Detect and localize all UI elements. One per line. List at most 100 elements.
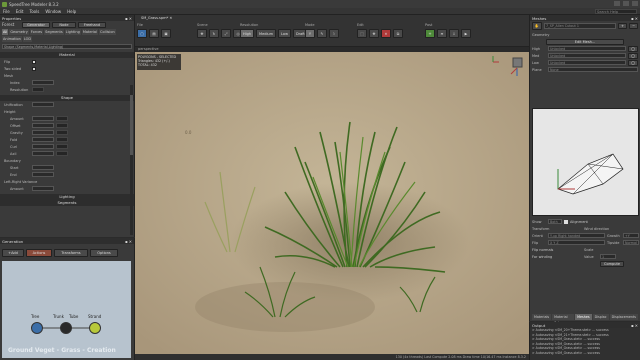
tab-animation[interactable]: Animation [2, 36, 22, 42]
curl-curve[interactable] [56, 144, 68, 149]
post-play-icon[interactable]: ▶ [461, 29, 471, 38]
generator-button[interactable]: Generator [22, 21, 50, 28]
3d-viewport[interactable]: 0.0 POLYGONS - SELECTED Triangles: 432 (… [135, 52, 529, 354]
lod-med-dropdown[interactable]: Unlocked [548, 53, 627, 58]
unification-field[interactable] [32, 102, 54, 107]
plane-dropdown[interactable]: None [548, 67, 638, 72]
meshes-close-icon[interactable]: ▪ ✕ [631, 16, 638, 21]
axil-field[interactable] [32, 151, 54, 156]
flip-axes[interactable]: X Y Z [548, 240, 605, 245]
scene-scale-icon[interactable]: ⤢ [221, 29, 231, 38]
mode-freehand-icon[interactable]: ⌇ [329, 29, 339, 38]
alignment-checkbox[interactable] [564, 219, 568, 224]
menu-file[interactable]: File [3, 9, 10, 14]
mode-generate-icon[interactable]: Y [305, 29, 315, 38]
tab-segments[interactable]: Segments [44, 29, 64, 35]
scene-move-icon[interactable]: ✥ [197, 29, 207, 38]
tab-geometry[interactable]: Geometry [9, 29, 29, 35]
document-tab-close-icon[interactable]: ✕ [169, 16, 172, 20]
edit-copy-icon[interactable]: ⧉ [393, 29, 403, 38]
tab-material-sets[interactable]: Material Sets [552, 314, 575, 325]
height-offset-field[interactable] [32, 123, 54, 128]
mesh-preview-canvas[interactable] [532, 108, 639, 216]
tipside-dropdown[interactable]: Normal [623, 240, 639, 245]
add-button[interactable]: + Add [2, 249, 24, 257]
height-amount-field[interactable] [32, 116, 54, 121]
tab-meshes[interactable]: Meshes [575, 314, 592, 320]
minimize-icon[interactable] [614, 1, 620, 6]
lod-med-lock-icon[interactable]: ◯ [628, 52, 638, 59]
tab-collision[interactable]: Collision [99, 29, 116, 35]
freehand-button[interactable]: Freehand [78, 21, 106, 28]
panel-close-icon[interactable]: ▪ ✕ [125, 16, 132, 21]
gravity-field[interactable] [32, 130, 54, 135]
edit-move-icon[interactable]: ✥ [369, 29, 379, 38]
segments-section-header[interactable]: Segments [0, 200, 134, 206]
resolution-curve[interactable] [32, 87, 44, 92]
property-filter-input[interactable]: Shape (Segments,Material,Lighting) [2, 44, 132, 49]
menu-window[interactable]: Window [45, 9, 61, 14]
tab-material[interactable]: Material [81, 29, 99, 35]
post-export-icon[interactable]: ⇩ [449, 29, 459, 38]
height-offset-curve[interactable] [56, 123, 68, 128]
properties-scrollbar-thumb[interactable] [130, 95, 133, 155]
edit-select-icon[interactable]: ⬚ [357, 29, 367, 38]
generation-graph-canvas[interactable]: Tree Trunk Tube Strand Ground Veget - Gr… [2, 261, 131, 358]
new-icon[interactable]: ▢ [137, 29, 147, 38]
compute-button[interactable]: Compute [600, 260, 624, 267]
boundary-end-field[interactable] [32, 172, 54, 177]
node-strand[interactable] [89, 322, 101, 334]
close-icon[interactable] [632, 1, 638, 6]
scale-value-field[interactable]: 1 [600, 254, 616, 259]
tab-lod[interactable]: LOD [22, 36, 33, 42]
gravity-curve[interactable] [56, 130, 68, 135]
scene-rotate-icon[interactable]: ↻ [209, 29, 219, 38]
show-dropdown[interactable]: Both [548, 219, 562, 224]
properties-scrollbar[interactable] [130, 85, 133, 235]
mesh-selector-dropdown[interactable]: 7_SP_Allen Cutout 1 [544, 23, 617, 29]
node-button[interactable]: Node [52, 21, 76, 28]
lr-amount-field[interactable] [32, 186, 54, 191]
lod-high-dropdown[interactable]: Unlocked [548, 46, 627, 51]
lod-low-dropdown[interactable]: Unlocked [548, 60, 627, 65]
tab-lighting[interactable]: Lighting [64, 29, 81, 35]
post-wind-icon[interactable]: ≋ [437, 29, 447, 38]
tab-displac[interactable]: Displac [592, 314, 609, 320]
options-button[interactable]: Options [90, 249, 118, 257]
tab-forces[interactable]: Forces [29, 29, 44, 35]
fold-field[interactable] [32, 137, 54, 142]
resolution-high-button[interactable]: High [240, 29, 255, 38]
curl-field[interactable] [32, 144, 54, 149]
tab-all[interactable]: All [2, 29, 9, 35]
save-icon[interactable]: ▣ [161, 29, 171, 38]
mesh-remove-icon[interactable]: − [629, 23, 638, 29]
growth-dropdown[interactable]: +Y [623, 233, 639, 238]
open-icon[interactable]: ▤ [149, 29, 159, 38]
two-sided-checkbox[interactable] [32, 66, 36, 71]
flip-checkbox[interactable] [32, 59, 36, 64]
maximize-icon[interactable] [623, 1, 629, 6]
tab-materials[interactable]: Materials [532, 314, 552, 320]
transforms-button[interactable]: Transforms [54, 249, 88, 257]
boundary-start-field[interactable] [32, 165, 54, 170]
mesh-thumbnail[interactable]: ✋ [532, 22, 542, 30]
output-close-icon[interactable]: ▪ ✕ [631, 323, 638, 328]
index-field[interactable] [32, 80, 54, 85]
edit-delete-icon[interactable]: ✕ [381, 29, 391, 38]
mode-node-icon[interactable]: ✎ [317, 29, 327, 38]
menu-help[interactable]: Help [67, 9, 76, 14]
orient-dropdown[interactable]: Y-up Right handed [548, 233, 605, 238]
resolution-medium-button[interactable]: Medium [256, 29, 277, 38]
search-help-input[interactable]: Search Help [595, 9, 637, 14]
post-lighting-icon[interactable]: ☀ [425, 29, 435, 38]
resolution-low-button[interactable]: Low [278, 29, 291, 38]
node-trunk[interactable] [60, 322, 72, 334]
edit-mesh-button[interactable]: Edit Mesh... [546, 38, 624, 45]
generation-close-icon[interactable]: ▪ ✕ [125, 239, 132, 244]
menu-tools[interactable]: Tools [29, 9, 39, 14]
lod-high-lock-icon[interactable]: ◯ [628, 45, 638, 52]
height-amount-curve[interactable] [56, 116, 68, 121]
fold-curve[interactable] [56, 137, 68, 142]
menu-edit[interactable]: Edit [16, 9, 24, 14]
mesh-add-icon[interactable]: + [618, 23, 628, 29]
